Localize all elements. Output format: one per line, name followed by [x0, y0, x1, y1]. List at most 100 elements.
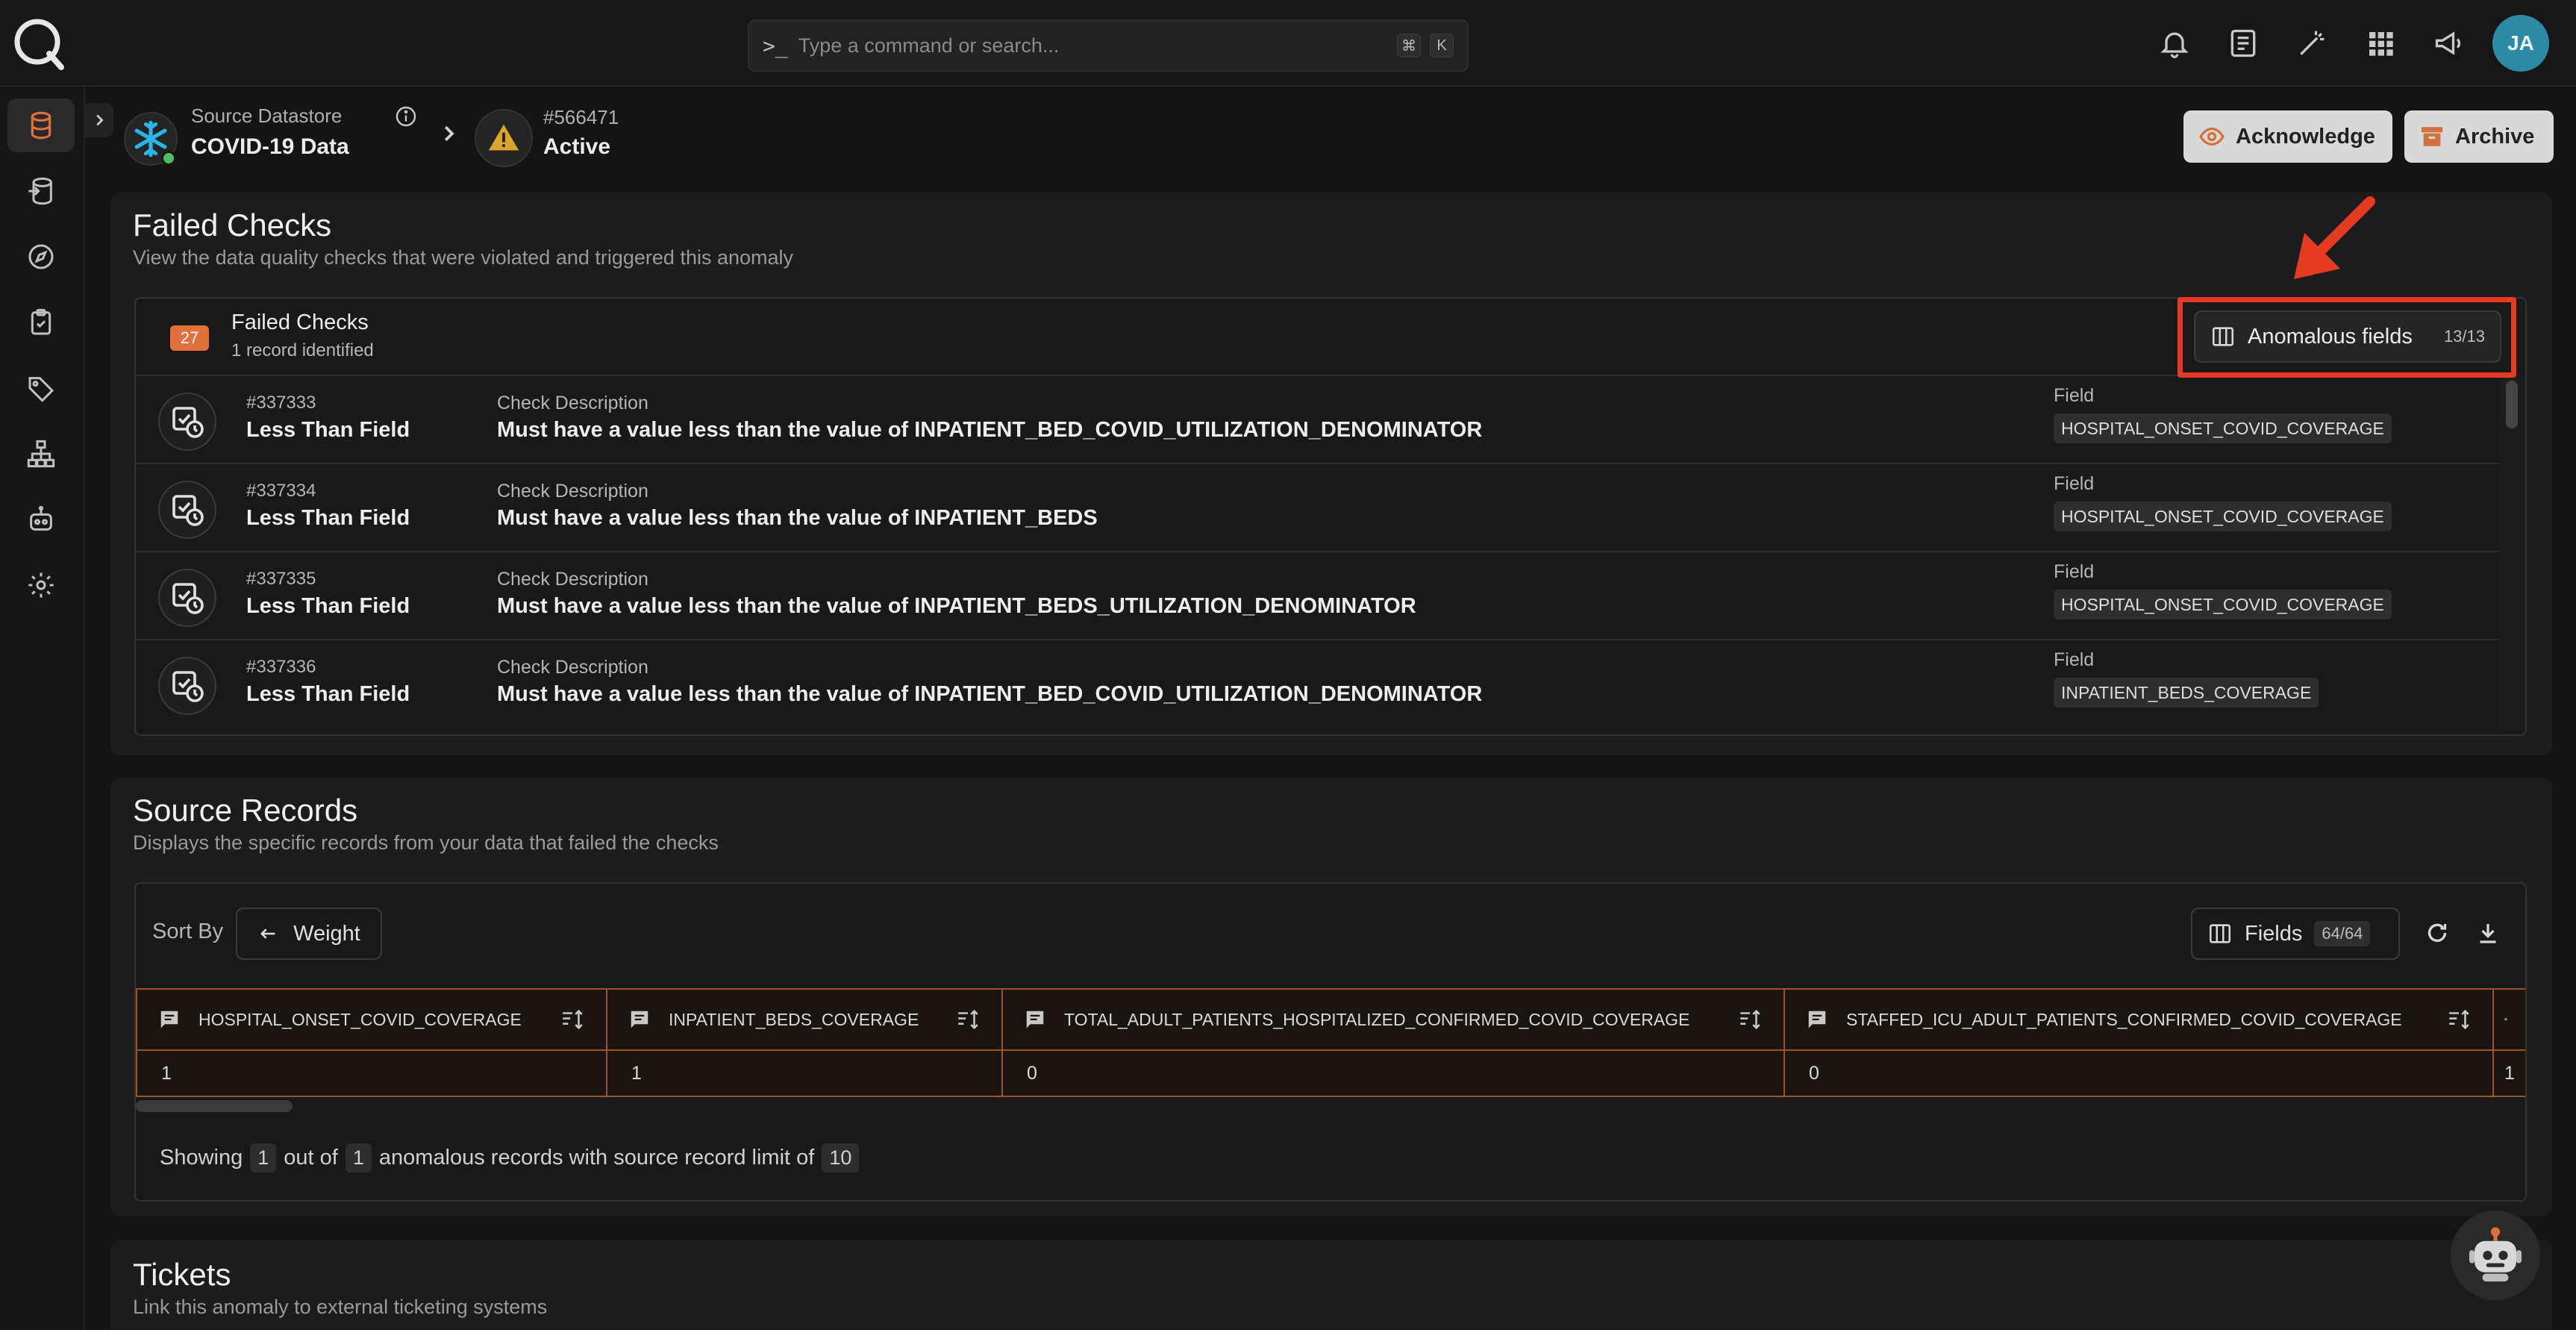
database-icon: [31, 111, 51, 140]
column-header[interactable]: HOSPITAL_ONSET_COVID_COVERAGE: [136, 988, 607, 1051]
check-description-label: Check Description: [497, 657, 648, 678]
archive-button[interactable]: Archive: [2404, 110, 2554, 163]
fields-button[interactable]: Fields 64/64: [2191, 908, 2400, 960]
column-header[interactable]: TOTAL_ADULT_PATIENTS_HOSPITALIZED_CONFIR…: [1001, 988, 1785, 1051]
anomaly-status: Active: [543, 134, 611, 159]
check-description: Must have a value less than the value of…: [497, 418, 1483, 442]
document-icon[interactable]: [2209, 0, 2278, 87]
check-id: #337336: [246, 657, 316, 677]
check-id: #337334: [246, 481, 316, 501]
archive-box-icon: [2421, 127, 2443, 146]
sort-icon: [563, 1009, 583, 1030]
failed-checks-section: Failed Checks View the data quality chec…: [110, 193, 2552, 755]
sort-icon: [1740, 1009, 1760, 1030]
table-horizontal-scrollbar[interactable]: [136, 1100, 293, 1112]
column-header[interactable]: [2492, 988, 2525, 1051]
sidebar-item-tags[interactable]: [7, 361, 75, 415]
sidebar-item-checks[interactable]: [7, 296, 75, 349]
field-label: Field: [2054, 561, 2095, 582]
section-title: Tickets: [133, 1257, 231, 1292]
anomaly-header: Source Datastore COVID-19 Data #566471 A…: [85, 88, 2576, 178]
column-header[interactable]: STAFFED_ICU_ADULT_PATIENTS_CONFIRMED_COV…: [1783, 988, 2494, 1051]
check-description: Must have a value less than the value of…: [497, 506, 1098, 530]
summary-prefix: Showing: [160, 1146, 243, 1170]
check-id: #337335: [246, 569, 316, 589]
failed-count-badge: 27: [170, 325, 209, 351]
download-icon[interactable]: [2475, 920, 2501, 950]
source-records-section: Source Records Displays the specific rec…: [110, 778, 2552, 1217]
source-records-panel: Sort By Weight Fields 64/64 HOSPITAL_ONS…: [134, 882, 2527, 1202]
check-clock-icon: [158, 393, 216, 451]
sidebar-item-agents[interactable]: [7, 493, 75, 546]
summary-count: 1: [250, 1143, 277, 1173]
section-description: View the data quality checks that were v…: [133, 246, 794, 269]
column-name: STAFFED_ICU_ADULT_PATIENTS_CONFIRMED_COV…: [1846, 1009, 2402, 1029]
check-row[interactable]: #337333 Less Than Field Check Descriptio…: [136, 375, 2498, 463]
fields-label: Fields: [2245, 921, 2303, 946]
comment-icon: [160, 1011, 178, 1028]
sort-by-label: Sort By: [152, 920, 224, 943]
field-label: Field: [2054, 473, 2095, 494]
section-title: Failed Checks: [133, 207, 332, 243]
shortcut-mod-key: ⌘: [1397, 34, 1421, 57]
summary-mid: out of: [284, 1146, 338, 1170]
sidebar-item-hierarchy[interactable]: [7, 427, 75, 481]
sidebar-item-datastores[interactable]: [7, 99, 75, 152]
field-label: Field: [2054, 649, 2095, 670]
table-cell: 1: [2492, 1049, 2525, 1097]
user-avatar[interactable]: JA: [2492, 15, 2549, 72]
comment-icon: [631, 1011, 648, 1028]
check-description: Must have a value less than the value of…: [497, 682, 1483, 706]
magic-wand-icon[interactable]: [2278, 0, 2346, 87]
command-search[interactable]: >_ Type a command or search... ⌘ K: [748, 19, 1469, 72]
sidebar-item-enrichment[interactable]: [7, 164, 75, 218]
acknowledge-button[interactable]: Acknowledge: [2183, 110, 2392, 163]
archive-label: Archive: [2455, 124, 2535, 149]
apps-grid-icon[interactable]: [2346, 0, 2415, 87]
shortcut-k-key: K: [1430, 34, 1454, 57]
datastore-name-link[interactable]: COVID-19 Data: [191, 134, 349, 160]
annotation-highlight-box: [2178, 297, 2516, 378]
check-description-label: Check Description: [497, 393, 648, 413]
comment-icon: [2504, 1018, 2507, 1021]
bell-icon[interactable]: [2140, 0, 2209, 87]
field-chip: HOSPITAL_ONSET_COVID_COVERAGE: [2054, 413, 2392, 443]
table-cell: 0: [1001, 1049, 1785, 1097]
sidebar-item-explore[interactable]: [7, 230, 75, 284]
records-summary: Showing 1 out of 1 anomalous records wit…: [160, 1143, 860, 1173]
sidebar-item-settings[interactable]: [7, 558, 75, 612]
info-icon[interactable]: [394, 104, 418, 132]
column-name: HOSPITAL_ONSET_COVID_COVERAGE: [198, 1009, 522, 1029]
sort-icon: [2449, 1009, 2469, 1030]
field-chip: INPATIENT_BEDS_COVERAGE: [2054, 678, 2319, 708]
warning-icon: [475, 109, 533, 167]
comment-icon: [1808, 1011, 1826, 1028]
column-header[interactable]: INPATIENT_BEDS_COVERAGE: [606, 988, 1003, 1051]
panel-subtitle: 1 record identified: [231, 340, 374, 360]
check-type: Less Than Field: [246, 418, 410, 442]
summary-total: 1: [345, 1143, 372, 1173]
search-input[interactable]: Type a command or search...: [798, 34, 1388, 57]
app-logo[interactable]: [10, 15, 67, 72]
terminal-icon: >_: [763, 33, 788, 58]
section-description: Displays the specific records from your …: [133, 831, 719, 854]
robot-icon: [30, 505, 52, 531]
comment-icon: [1026, 1011, 1044, 1028]
annotation-arrow-icon: [2283, 193, 2380, 293]
check-row[interactable]: #337336 Less Than Field Check Descriptio…: [136, 639, 2498, 727]
check-type: Less Than Field: [246, 594, 410, 618]
section-title: Source Records: [133, 793, 358, 828]
check-description-label: Check Description: [497, 569, 648, 590]
megaphone-icon[interactable]: [2415, 0, 2483, 87]
gear-icon: [28, 572, 54, 598]
refresh-icon[interactable]: [2424, 920, 2451, 950]
sort-by-button[interactable]: Weight: [236, 908, 382, 960]
check-row[interactable]: #337334 Less Than Field Check Descriptio…: [136, 463, 2498, 551]
checks-scrollbar-thumb[interactable]: [2506, 381, 2518, 428]
check-type: Less Than Field: [246, 682, 410, 706]
check-clock-icon: [158, 481, 216, 539]
field-label: Field: [2054, 385, 2095, 406]
check-row[interactable]: #337335 Less Than Field Check Descriptio…: [136, 551, 2498, 639]
assistant-bot-button[interactable]: [2451, 1211, 2540, 1300]
tag-icon: [28, 377, 54, 402]
